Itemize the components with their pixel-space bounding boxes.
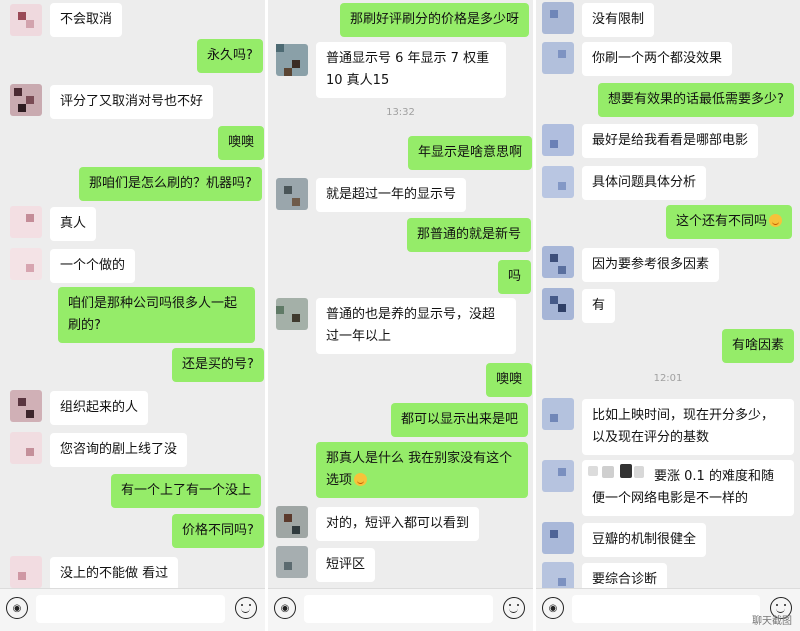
avatar xyxy=(10,432,42,464)
avatar xyxy=(542,522,574,554)
avatar xyxy=(10,390,42,422)
emoji-icon[interactable] xyxy=(503,597,525,619)
chat-message: 普通显示号 6 年显示 7 权重 10 真人15 xyxy=(316,42,506,98)
avatar xyxy=(10,556,42,588)
chat-message: 噢噢 xyxy=(218,126,265,160)
chat-message: 一个个做的 xyxy=(50,249,136,283)
redacted-block xyxy=(620,464,632,478)
chat-message: 还是买的号? xyxy=(172,348,264,382)
avatar xyxy=(542,460,574,492)
avatar xyxy=(276,44,308,76)
chat-message: 最好是给我看看是哪部电影 xyxy=(582,124,759,158)
timestamp: 12:01 xyxy=(653,373,683,384)
emoji-icon[interactable] xyxy=(235,597,257,619)
chat-message: 吗 xyxy=(498,260,532,294)
avatar xyxy=(10,4,42,36)
chat-panel-middle: 那刷好评刷分的价格是多少呀 普通显示号 6 年显示 7 权重 10 真人15 1… xyxy=(268,0,533,631)
chat-message: 有 xyxy=(582,289,616,323)
avatar xyxy=(276,506,308,538)
chat-input-bar: ◉ xyxy=(0,588,265,631)
laugh-emoji-icon xyxy=(769,214,783,227)
chat-panel-left: 不会取消 永久吗? 评分了又取消对号也不好 噢噢 那咱们是怎么刷的？机器吗? 真… xyxy=(0,0,265,631)
message-input[interactable] xyxy=(572,595,760,623)
chat-message: 不会取消 xyxy=(50,3,123,37)
chat-message: 没上的不能做 看过 xyxy=(50,557,179,591)
chat-message: 没有限制 xyxy=(582,3,655,37)
chat-message: 这个还有不同吗 xyxy=(666,205,793,239)
avatar xyxy=(542,288,574,320)
chat-message: 组织起来的人 xyxy=(50,391,149,425)
chat-message: 噢噢 xyxy=(486,363,533,397)
avatar xyxy=(10,248,42,280)
chat-input-bar: ◉ xyxy=(268,588,533,631)
avatar xyxy=(542,398,574,430)
redacted-block xyxy=(602,466,614,478)
chat-message: 想要有效果的话最低需要多少? xyxy=(598,83,794,117)
chat-message: 普通的也是养的显示号，没超过一年以上 xyxy=(316,298,516,354)
chat-message: 因为要参考很多因素 xyxy=(582,248,720,282)
avatar xyxy=(542,166,574,198)
chat-message: 就是超过一年的显示号 xyxy=(316,178,467,212)
avatar xyxy=(276,298,308,330)
chat-message: 那刷好评刷分的价格是多少呀 xyxy=(340,3,530,37)
voice-icon[interactable]: ◉ xyxy=(274,597,296,619)
chat-message: 有啥因素 xyxy=(722,329,795,363)
chat-message: 年显示是啥意思啊 xyxy=(408,136,533,170)
chat-message: 评分了又取消对号也不好 xyxy=(50,85,214,119)
chat-message: 那普通的就是新号 xyxy=(407,218,532,252)
chat-message: 那真人是什么 我在别家没有这个选项 xyxy=(316,442,528,498)
avatar xyxy=(10,84,42,116)
message-input[interactable] xyxy=(36,595,225,623)
chat-message: 咱们是那种公司吗很多人一起刷的? xyxy=(58,287,255,343)
chat-message: 价格不同吗? xyxy=(172,514,264,548)
chat-message: 那咱们是怎么刷的？机器吗? xyxy=(79,167,262,201)
message-input[interactable] xyxy=(304,595,493,623)
chat-message: 真人 xyxy=(50,207,97,241)
voice-icon[interactable]: ◉ xyxy=(6,597,28,619)
chat-message: 永久吗? xyxy=(197,39,263,73)
avatar xyxy=(542,124,574,156)
chat-message: 对的，短评入都可以看到 xyxy=(316,507,480,541)
chat-message: 有一个上了有一个没上 xyxy=(111,474,262,508)
chat-message: 短评区 xyxy=(316,548,376,582)
chat-message: 你刷一个两个都没效果 xyxy=(582,42,733,76)
chat-message: 您咨询的剧上线了没 xyxy=(50,433,188,467)
timestamp: 13:32 xyxy=(386,107,415,118)
redacted-block xyxy=(588,466,598,476)
chat-message: 比如上映时间，现在开分多少，以及现在评分的基数 xyxy=(582,399,794,455)
avatar xyxy=(276,178,308,210)
screenshot-collage: 不会取消 永久吗? 评分了又取消对号也不好 噢噢 那咱们是怎么刷的？机器吗? 真… xyxy=(0,0,800,631)
avatar xyxy=(542,2,574,34)
chat-message: 豆瓣的机制很健全 xyxy=(582,523,707,557)
voice-icon[interactable]: ◉ xyxy=(542,597,564,619)
avatar xyxy=(10,206,42,238)
message-text: 这个还有不同吗 xyxy=(676,214,768,229)
avatar xyxy=(276,546,308,578)
avatar xyxy=(542,42,574,74)
chat-panel-right: 没有限制 你刷一个两个都没效果 想要有效果的话最低需要多少? 最好是给我看看是哪… xyxy=(536,0,800,631)
redacted-block xyxy=(634,466,644,478)
chat-message: 具体问题具体分析 xyxy=(582,166,707,200)
avatar xyxy=(542,246,574,278)
chat-message: 都可以显示出来是吧 xyxy=(391,403,529,437)
watermark: 聊天截图 xyxy=(752,616,792,627)
laugh-emoji-icon xyxy=(354,473,368,486)
